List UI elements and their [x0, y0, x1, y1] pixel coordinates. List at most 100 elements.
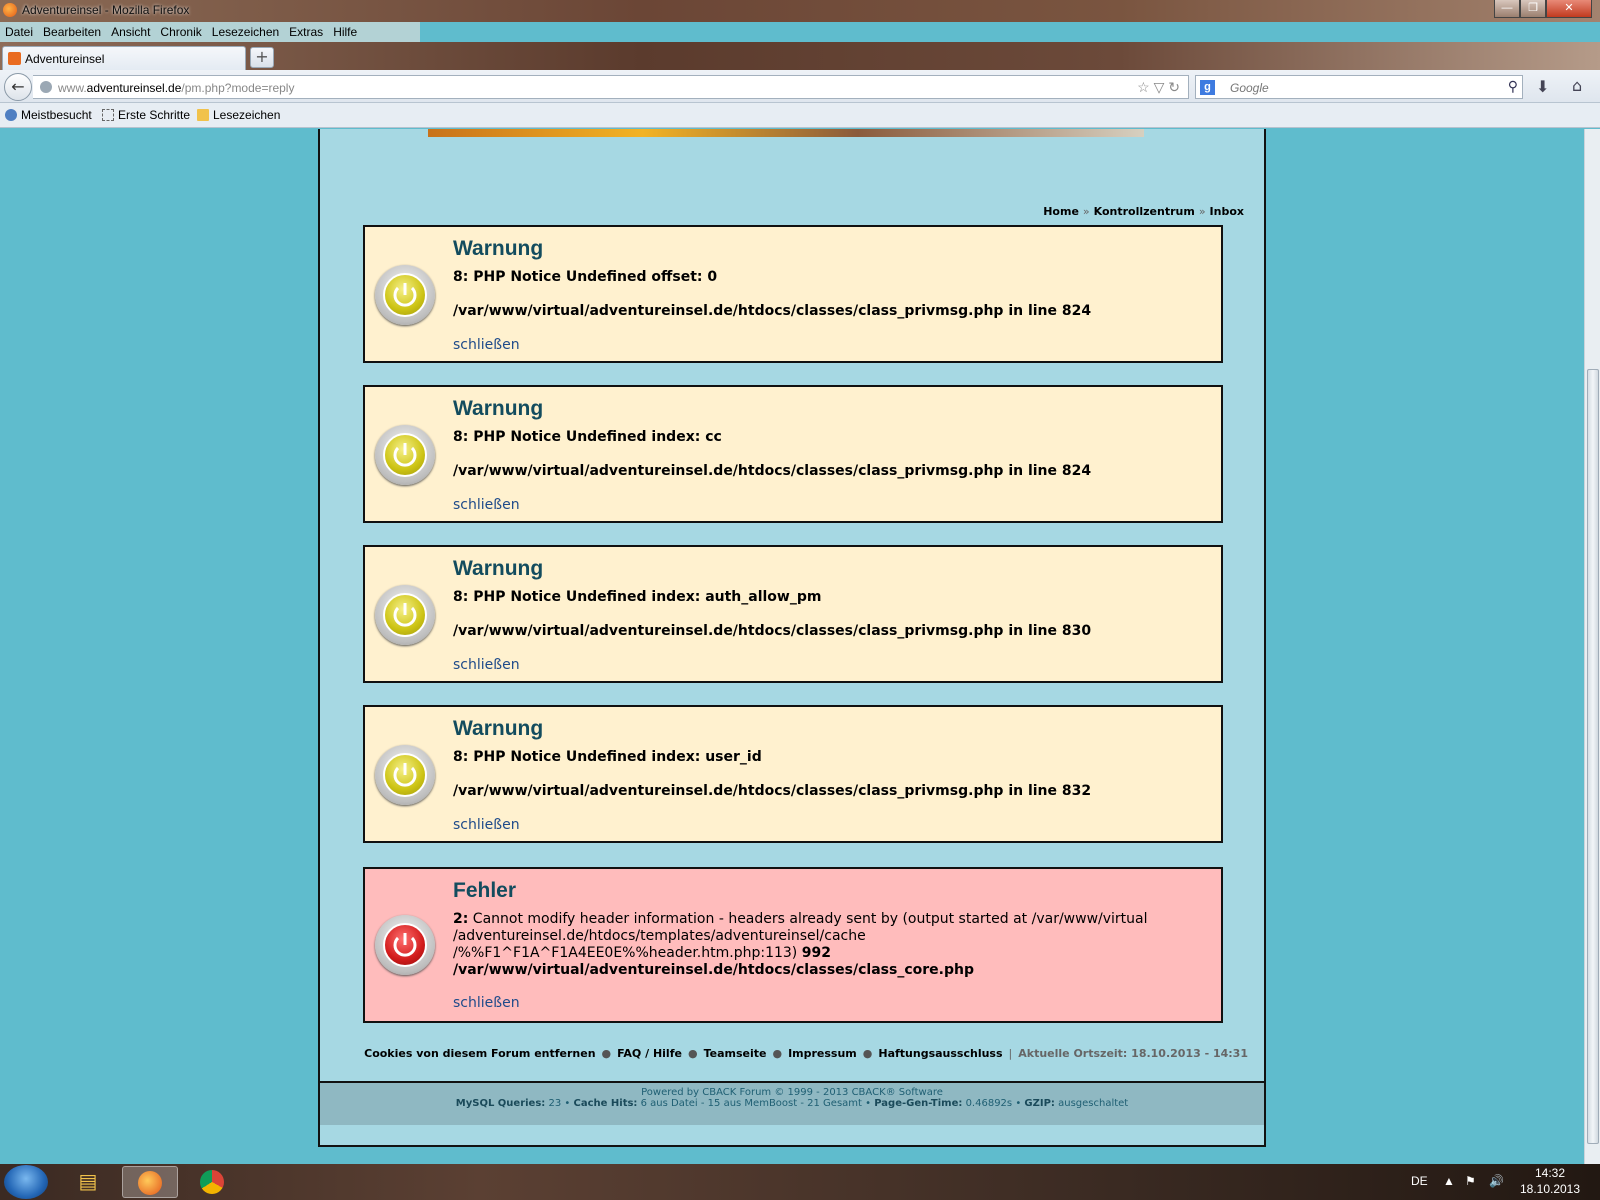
- menu-bar: Datei Bearbeiten Ansicht Chronik Lesezeichen…: [0, 22, 420, 42]
- flag-icon[interactable]: ⚑: [1465, 1174, 1476, 1188]
- message-text: 8: PHP Notice Undefined offset: 0: [453, 269, 718, 285]
- footer-impressum-link[interactable]: Impressum: [788, 1047, 857, 1060]
- tray-expand-icon[interactable]: ▲: [1443, 1174, 1455, 1188]
- google-icon[interactable]: g: [1200, 80, 1215, 95]
- footer-team-link[interactable]: Teamseite: [704, 1047, 767, 1060]
- bookmark-erste-schritte[interactable]: Erste Schritte: [102, 108, 190, 122]
- message-text: 8: PHP Notice Undefined index: cc: [453, 429, 722, 445]
- close-link[interactable]: schließen: [453, 995, 520, 1011]
- chrome-taskbar-icon[interactable]: [184, 1166, 240, 1198]
- header-banner: [428, 129, 1144, 137]
- close-link[interactable]: schließen: [453, 817, 520, 833]
- bookmark-meistbesucht[interactable]: Meistbesucht: [5, 108, 92, 122]
- window-title: Adventureinsel - Mozilla Firefox: [22, 3, 190, 17]
- url-path: /pm.php?mode=reply: [181, 81, 295, 95]
- close-window-button[interactable]: ✕: [1546, 0, 1592, 18]
- stat-label: Page-Gen-Time:: [874, 1098, 963, 1109]
- tab-bar: Adventureinsel +: [0, 42, 1600, 70]
- scrollbar-thumb[interactable]: [1587, 369, 1599, 1144]
- firefox-taskbar-icon[interactable]: [122, 1166, 178, 1198]
- stats-line: MySQL Queries: 23 • Cache Hits: 6 aus Da…: [320, 1098, 1264, 1109]
- warning-box: Warnung 8: PHP Notice Undefined index: a…: [363, 545, 1223, 683]
- close-link[interactable]: schließen: [453, 657, 520, 673]
- window-titlebar: Adventureinsel - Mozilla Firefox — ❐ ✕: [0, 0, 1600, 22]
- language-indicator[interactable]: DE: [1411, 1174, 1428, 1188]
- clock-date: 18.10.2013: [1519, 1182, 1581, 1196]
- footer-cookies-link[interactable]: Cookies von diesem Forum entfernen: [364, 1047, 595, 1060]
- footer-dot: ●: [601, 1047, 612, 1060]
- globe-icon: [40, 81, 52, 93]
- message-title: Warnung: [453, 397, 544, 420]
- menu-extras[interactable]: Extras: [284, 22, 328, 42]
- start-button[interactable]: [4, 1165, 48, 1199]
- message-title: Warnung: [453, 557, 544, 580]
- stat-bullet: •: [564, 1098, 571, 1109]
- maximize-button[interactable]: ❐: [1520, 0, 1546, 18]
- search-input[interactable]: g Google ⚲: [1195, 75, 1523, 99]
- footer-haftung-link[interactable]: Haftungsausschluss: [878, 1047, 1002, 1060]
- bookmark-label: Meistbesucht: [21, 108, 92, 122]
- message-file: /var/www/virtual/adventureinsel.de/htdoc…: [453, 783, 1092, 799]
- error-code: 2:: [453, 911, 469, 927]
- folder-icon: [197, 109, 209, 121]
- windows-taskbar: ▤ DE ▲ ⚑ 🔊 14:32 18.10.2013: [0, 1164, 1600, 1200]
- footer-dot: ●: [862, 1047, 873, 1060]
- navigation-bar: ← www.adventureinsel.de/pm.php?mode=repl…: [0, 70, 1600, 103]
- message-file: /var/www/virtual/adventureinsel.de/htdoc…: [453, 303, 1092, 319]
- error-text: 2: Cannot modify header information - he…: [453, 911, 1173, 979]
- error-file: /var/www/virtual/adventureinsel.de/htdoc…: [453, 962, 974, 978]
- message-title: Warnung: [453, 717, 544, 740]
- url-prefix: www.: [58, 81, 87, 95]
- stat-label: Cache Hits:: [573, 1098, 638, 1109]
- bookmark-label: Lesezeichen: [213, 108, 281, 122]
- powered-by: Powered by CBACK Forum © 1999 - 2013 CBA…: [641, 1087, 943, 1098]
- breadcrumb-kontrollzentrum[interactable]: Kontrollzentrum: [1094, 205, 1195, 218]
- footer-time: Aktuelle Ortszeit: 18.10.2013 - 14:31: [1018, 1047, 1248, 1060]
- back-button[interactable]: ←: [4, 73, 32, 101]
- url-action-icons[interactable]: ☆ ▽ ↻: [1137, 79, 1180, 96]
- error-text-line3: /%%F1^F1A^F1A4EE0E%%header.htm.php:113): [453, 945, 798, 961]
- new-tab-button[interactable]: +: [250, 47, 274, 68]
- footer-pipe: |: [1008, 1047, 1013, 1060]
- page-icon: [102, 109, 114, 121]
- breadcrumb-home[interactable]: Home: [1043, 205, 1079, 218]
- menu-ansicht[interactable]: Ansicht: [106, 22, 155, 42]
- close-link[interactable]: schließen: [453, 497, 520, 513]
- download-icon[interactable]: ⬇: [1536, 77, 1549, 96]
- firefox-icon: [3, 3, 17, 17]
- explorer-taskbar-icon[interactable]: ▤: [60, 1166, 116, 1198]
- warning-box: Warnung 8: PHP Notice Undefined index: c…: [363, 385, 1223, 523]
- minimize-button[interactable]: —: [1494, 0, 1520, 18]
- url-text[interactable]: www.adventureinsel.de/pm.php?mode=reply: [58, 81, 294, 95]
- error-title: Fehler: [453, 879, 517, 902]
- menu-lesezeichen[interactable]: Lesezeichen: [207, 22, 284, 42]
- menu-hilfe[interactable]: Hilfe: [328, 22, 362, 42]
- tab-adventureinsel[interactable]: Adventureinsel: [2, 46, 246, 70]
- bookmarks-bar: Meistbesucht Erste Schritte Lesezeichen: [0, 103, 1600, 128]
- url-domain: adventureinsel.de: [86, 81, 182, 95]
- url-bar[interactable]: www.adventureinsel.de/pm.php?mode=reply …: [33, 75, 1189, 99]
- close-link[interactable]: schließen: [453, 337, 520, 353]
- volume-icon[interactable]: 🔊: [1489, 1174, 1504, 1188]
- error-line-number: 992: [801, 945, 831, 961]
- copyright-bar: Powered by CBACK Forum © 1999 - 2013 CBA…: [320, 1081, 1264, 1125]
- stat-value: 23: [548, 1098, 562, 1109]
- bookmark-label: Erste Schritte: [118, 108, 191, 122]
- most-visited-icon: [5, 109, 17, 121]
- footer-links: Cookies von diesem Forum entfernen ● FAQ /…: [364, 1047, 1248, 1060]
- search-icon[interactable]: ⚲: [1508, 78, 1518, 95]
- breadcrumb-inbox[interactable]: Inbox: [1210, 205, 1244, 218]
- menu-datei[interactable]: Datei: [0, 22, 38, 42]
- vertical-scrollbar[interactable]: [1584, 129, 1600, 1164]
- error-text-line1: Cannot modify header information - heade…: [468, 911, 1148, 927]
- warning-box: Warnung 8: PHP Notice Undefined index: u…: [363, 705, 1223, 843]
- home-icon[interactable]: ⌂: [1572, 76, 1582, 95]
- stat-bullet: •: [865, 1098, 872, 1109]
- message-file: /var/www/virtual/adventureinsel.de/htdoc…: [453, 463, 1092, 479]
- menu-bearbeiten[interactable]: Bearbeiten: [38, 22, 106, 42]
- bookmark-lesezeichen[interactable]: Lesezeichen: [197, 108, 280, 122]
- menu-chronik[interactable]: Chronik: [155, 22, 206, 42]
- search-placeholder: Google: [1230, 81, 1269, 95]
- footer-faq-link[interactable]: FAQ / Hilfe: [617, 1047, 682, 1060]
- clock[interactable]: 14:32 18.10.2013: [1516, 1165, 1584, 1197]
